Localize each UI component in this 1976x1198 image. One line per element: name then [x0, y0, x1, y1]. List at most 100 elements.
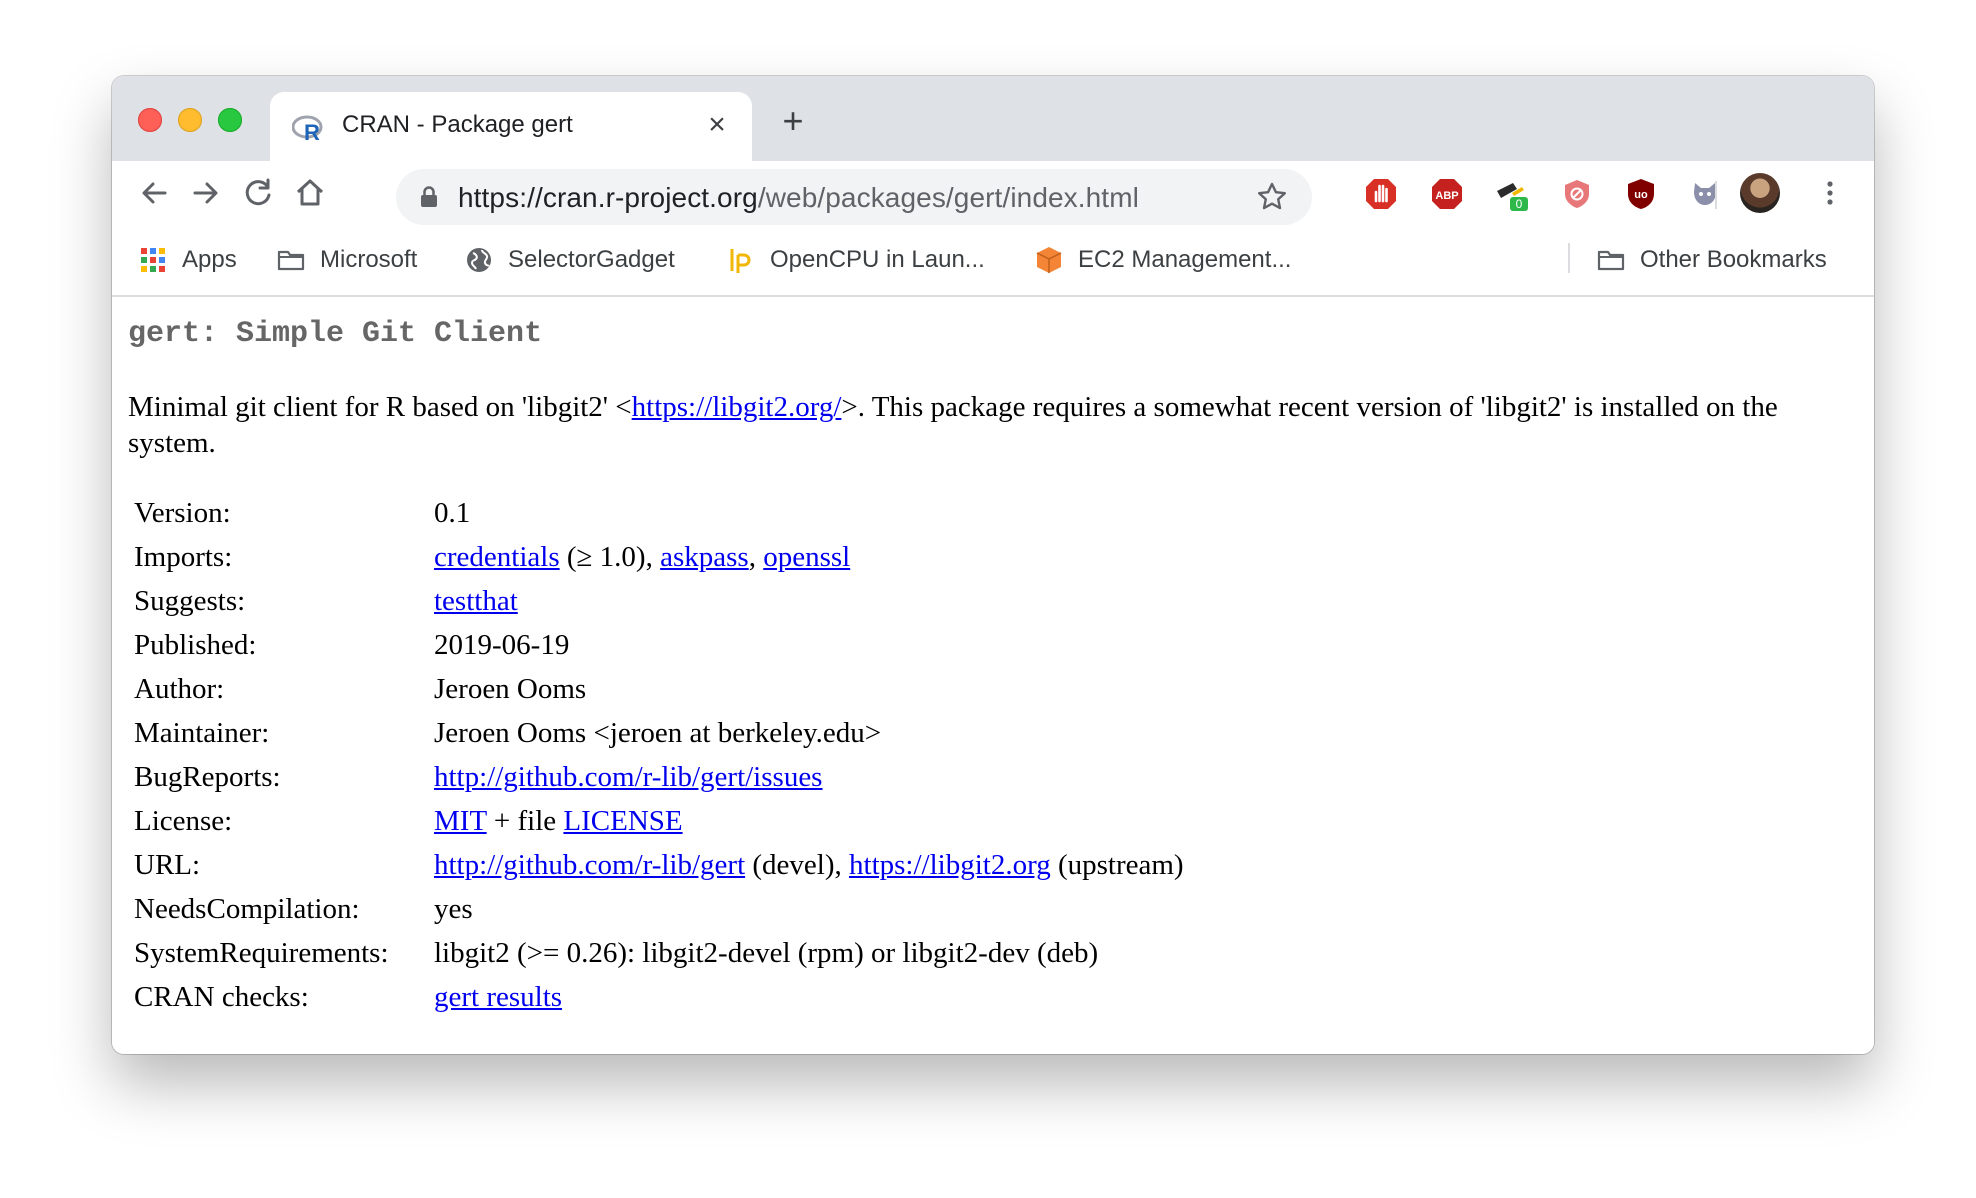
- bookmarks-divider: [1568, 243, 1570, 273]
- more-vertical-icon[interactable]: [1812, 175, 1848, 211]
- field-label: Imports:: [134, 540, 233, 573]
- field-value: http://github.com/r-lib/gert (devel), ht…: [430, 843, 1192, 887]
- table-row: Author: Jeroen Ooms: [130, 667, 1192, 711]
- bookmark-microsoft[interactable]: Microsoft: [276, 243, 417, 277]
- forward-arrow-icon[interactable]: [188, 175, 224, 211]
- field-value: testthat: [430, 579, 1192, 623]
- field-label: Published:: [134, 628, 257, 661]
- table-row: Suggests: testthat: [130, 579, 1192, 623]
- bookmark-label: EC2 Management...: [1078, 246, 1292, 273]
- ublock-icon[interactable]: uo: [1624, 177, 1658, 211]
- close-window-button[interactable]: [138, 108, 162, 132]
- field-value: http://github.com/r-lib/gert/issues: [430, 755, 1192, 799]
- table-row: License: MIT + file LICENSE: [130, 799, 1192, 843]
- field-label: Suggests:: [134, 584, 246, 617]
- mit-license-link[interactable]: MIT: [434, 805, 487, 837]
- address-bar[interactable]: https://cran.r-project.org/web/packages/…: [396, 169, 1312, 225]
- field-label: SystemRequirements:: [134, 936, 389, 969]
- url-path: /web/packages/gert/index.html: [757, 182, 1139, 213]
- reload-icon[interactable]: [240, 175, 276, 211]
- tab-cran-package-gert[interactable]: R CRAN - Package gert ×: [270, 92, 752, 161]
- field-label: Maintainer:: [134, 716, 270, 749]
- github-gert-link[interactable]: http://github.com/r-lib/gert: [434, 849, 745, 881]
- field-value: MIT + file LICENSE: [430, 799, 1192, 843]
- aws-cube-icon: [1034, 245, 1064, 275]
- field-value: libgit2 (>= 0.26): libgit2-devel (rpm) o…: [434, 936, 1099, 969]
- bookmark-label: Other Bookmarks: [1640, 246, 1827, 273]
- bookmark-other[interactable]: Other Bookmarks: [1596, 243, 1827, 277]
- folder-icon: [1596, 245, 1626, 275]
- svg-text:uo: uo: [1634, 189, 1648, 201]
- field-value: yes: [434, 892, 473, 925]
- bookmark-label: SelectorGadget: [508, 246, 675, 273]
- profile-avatar[interactable]: [1740, 173, 1780, 213]
- bookmark-star-icon[interactable]: [1254, 179, 1290, 215]
- folder-icon: [276, 245, 306, 275]
- bookmark-opencpu[interactable]: OpenCPU in Laun...: [726, 243, 985, 277]
- field-text: (devel),: [745, 848, 850, 881]
- table-row: BugReports: http://github.com/r-lib/gert…: [130, 755, 1192, 799]
- privacy-badger-icon[interactable]: [1560, 177, 1594, 211]
- svg-text:0: 0: [1516, 197, 1523, 211]
- field-text: + file: [486, 804, 564, 837]
- openssl-link[interactable]: openssl: [763, 541, 850, 573]
- package-description: Minimal git client for R based on 'libgi…: [128, 389, 1848, 461]
- field-value: credentials (≥ 1.0), askpass, openssl: [430, 535, 1192, 579]
- bookmarks-bar: Apps Microsoft SelectorGadget OpenCPU in…: [112, 225, 1874, 297]
- table-row: SystemRequirements: libgit2 (>= 0.26): l…: [130, 931, 1192, 975]
- back-arrow-icon[interactable]: [136, 175, 172, 211]
- bookmark-label: OpenCPU in Laun...: [770, 246, 985, 273]
- browser-window: R CRAN - Package gert × + https://cran.r…: [112, 76, 1874, 1054]
- field-value: 2019-06-19: [434, 628, 570, 661]
- table-row: Imports: credentials (≥ 1.0), askpass, o…: [130, 535, 1192, 579]
- minimize-window-button[interactable]: [178, 108, 202, 132]
- field-label: Version:: [134, 496, 231, 529]
- home-icon[interactable]: [292, 175, 328, 211]
- field-text: (≥ 1.0),: [559, 540, 661, 573]
- tab-title: CRAN - Package gert: [342, 111, 573, 138]
- lock-icon[interactable]: [420, 186, 438, 208]
- bookmark-label: Apps: [182, 246, 237, 273]
- close-tab-icon[interactable]: ×: [702, 110, 732, 140]
- table-row: Version: 0.1: [130, 491, 1192, 535]
- credentials-link[interactable]: credentials: [434, 541, 560, 573]
- bookmark-apps[interactable]: Apps: [138, 243, 237, 277]
- table-row: Maintainer: Jeroen Ooms <jeroen at berke…: [130, 711, 1192, 755]
- desc-text: Minimal git client for R based on 'libgi…: [128, 391, 632, 423]
- field-label: BugReports:: [134, 760, 281, 793]
- testthat-link[interactable]: testthat: [434, 585, 518, 617]
- adblock-plus-icon[interactable]: ABP: [1430, 177, 1464, 211]
- table-row: URL: http://github.com/r-lib/gert (devel…: [130, 843, 1192, 887]
- maximize-window-button[interactable]: [218, 108, 242, 132]
- field-label: CRAN checks:: [134, 980, 309, 1013]
- opencpu-icon: [726, 245, 756, 275]
- field-text: (upstream): [1050, 848, 1184, 881]
- field-label: License:: [134, 804, 233, 837]
- bookmark-selectorgadget[interactable]: SelectorGadget: [464, 243, 675, 277]
- package-metadata-table: Version: 0.1 Imports: credentials (≥ 1.0…: [130, 491, 1192, 1019]
- field-value: Jeroen Ooms: [434, 672, 587, 705]
- globe-icon: [464, 245, 494, 275]
- askpass-link[interactable]: askpass: [660, 541, 749, 573]
- field-value: gert results: [430, 975, 1192, 1019]
- r-logo-icon: R: [291, 114, 326, 145]
- page-title: gert: Simple Git Client: [128, 317, 543, 351]
- field-text: ,: [748, 540, 764, 573]
- svg-text:ABP: ABP: [1435, 190, 1458, 202]
- selectorgadget-icon[interactable]: 0: [1494, 177, 1528, 211]
- browser-toolbar: https://cran.r-project.org/web/packages/…: [112, 161, 1874, 225]
- bugreports-link[interactable]: http://github.com/r-lib/gert/issues: [434, 761, 822, 793]
- title-bar: R CRAN - Package gert × +: [112, 76, 1874, 161]
- hand-stop-icon[interactable]: [1364, 177, 1398, 211]
- bookmark-ec2[interactable]: EC2 Management...: [1034, 243, 1291, 277]
- toolbar-divider: [1715, 181, 1717, 209]
- libgit2-link[interactable]: https://libgit2.org/: [632, 391, 842, 423]
- libgit2-org-link[interactable]: https://libgit2.org: [849, 849, 1051, 881]
- field-label: URL:: [134, 848, 201, 881]
- field-value: 0.1: [434, 496, 471, 529]
- url-text[interactable]: https://cran.r-project.org/web/packages/…: [458, 182, 1139, 214]
- cran-checks-link[interactable]: gert results: [434, 981, 562, 1013]
- field-value: Jeroen Ooms <jeroen at berkeley.edu>: [434, 716, 882, 749]
- license-file-link[interactable]: LICENSE: [563, 805, 682, 837]
- new-tab-button[interactable]: +: [778, 103, 808, 139]
